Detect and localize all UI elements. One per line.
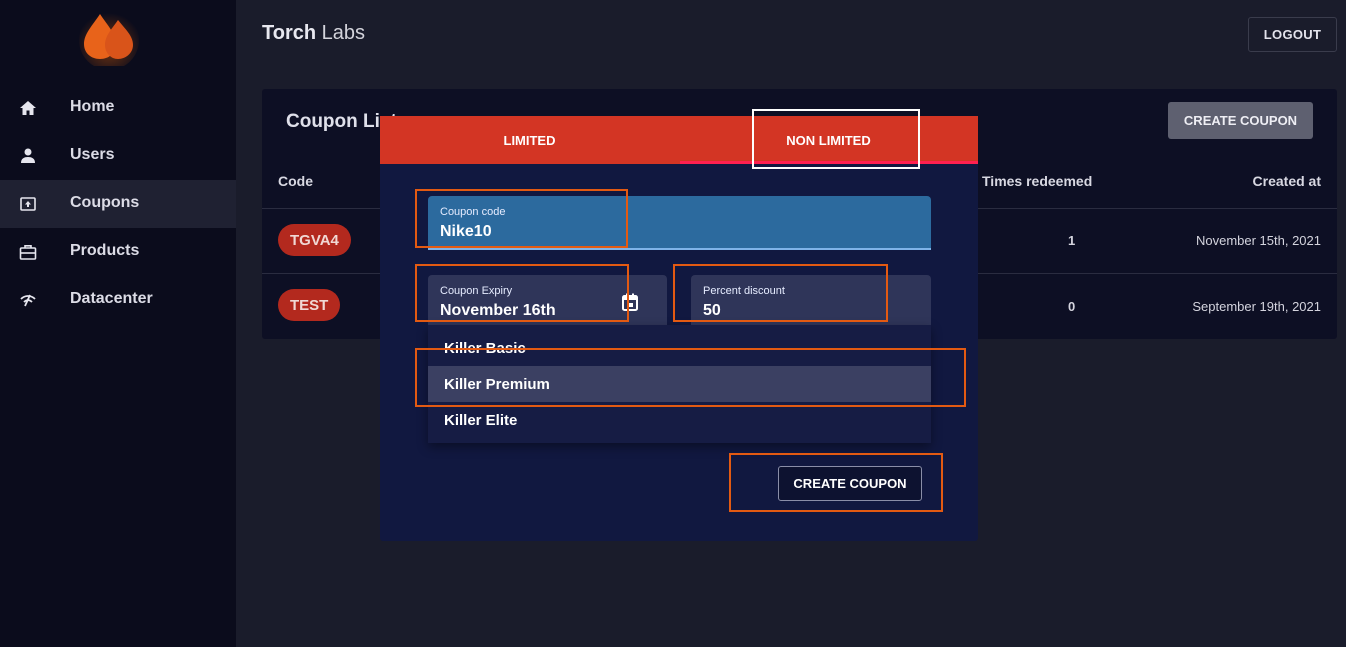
percent-discount-label: Percent discount xyxy=(703,285,785,297)
sidebar-item-products[interactable]: Products xyxy=(0,228,236,276)
coupon-expiry-value[interactable]: November 16th xyxy=(440,302,556,320)
sidebar: Home Users Coupons Products Datacenter xyxy=(0,0,236,647)
create-coupon-modal: LIMITED NON LIMITED Coupon code Nike10 C… xyxy=(380,116,978,541)
sidebar-item-label: Users xyxy=(70,146,115,163)
times-redeemed-cell: 0 xyxy=(1068,299,1076,314)
tab-limited[interactable]: LIMITED xyxy=(380,116,679,164)
coupon-code-badge: TEST xyxy=(278,289,341,321)
created-at-cell: September 19th, 2021 xyxy=(1192,299,1321,314)
calendar-icon[interactable] xyxy=(622,293,638,311)
product-dropdown-menu: Killer Basic Killer Premium Killer Elite xyxy=(428,325,931,443)
coupon-code-value[interactable]: Nike10 xyxy=(440,223,492,241)
percent-discount-value[interactable]: 50 xyxy=(703,302,721,320)
sidebar-item-label: Coupons xyxy=(70,194,140,211)
coupon-code-label: Coupon code xyxy=(440,206,506,218)
times-redeemed-cell: 1 xyxy=(1068,233,1076,248)
app-brand: Torch Labs xyxy=(262,22,365,45)
sidebar-item-label: Home xyxy=(70,98,115,115)
torch-logo-icon[interactable] xyxy=(78,6,140,70)
dropdown-option-killer-elite[interactable]: Killer Elite xyxy=(428,402,931,438)
coupon-expiry-field[interactable]: Coupon Expiry November 16th xyxy=(428,275,667,325)
user-icon xyxy=(17,146,39,166)
sidebar-item-label: Datacenter xyxy=(70,290,153,307)
percent-discount-field[interactable]: Percent discount 50 xyxy=(691,275,931,325)
brand-bold: Torch xyxy=(262,22,317,44)
sidebar-nav: Home Users Coupons Products Datacenter xyxy=(0,84,236,324)
created-at-cell: November 15th, 2021 xyxy=(1195,233,1321,248)
logout-button[interactable]: LOGOUT xyxy=(1248,17,1337,52)
sidebar-item-label: Products xyxy=(70,242,140,259)
coupon-type-tabs: LIMITED NON LIMITED xyxy=(380,116,978,164)
home-icon xyxy=(17,98,39,118)
tab-non-limited[interactable]: NON LIMITED xyxy=(679,116,978,164)
column-header-code[interactable]: Code xyxy=(278,173,313,189)
sidebar-item-datacenter[interactable]: Datacenter xyxy=(0,276,236,324)
coupon-code-badge: TGVA4 xyxy=(278,224,351,256)
modal-create-coupon-button[interactable]: CREATE COUPON xyxy=(778,466,922,501)
sidebar-item-users[interactable]: Users xyxy=(0,132,236,180)
dropdown-option-killer-premium[interactable]: Killer Premium xyxy=(428,366,931,402)
coupon-expiry-label: Coupon Expiry xyxy=(440,285,513,297)
signal-icon xyxy=(17,290,39,310)
column-header-created-at[interactable]: Created at xyxy=(1253,173,1321,189)
dropdown-option-killer-basic[interactable]: Killer Basic xyxy=(428,330,931,366)
sidebar-item-home[interactable]: Home xyxy=(0,84,236,132)
brand-rest: Labs xyxy=(316,22,366,44)
create-coupon-button[interactable]: CREATE COUPON xyxy=(1168,102,1313,139)
coupon-icon xyxy=(17,194,39,214)
active-tab-indicator xyxy=(680,161,978,164)
sidebar-item-coupons[interactable]: Coupons xyxy=(0,180,236,228)
column-header-times-redeemed[interactable]: Times redeemed xyxy=(982,173,1092,189)
coupon-code-field[interactable]: Coupon code Nike10 xyxy=(428,196,931,250)
briefcase-icon xyxy=(17,242,39,262)
